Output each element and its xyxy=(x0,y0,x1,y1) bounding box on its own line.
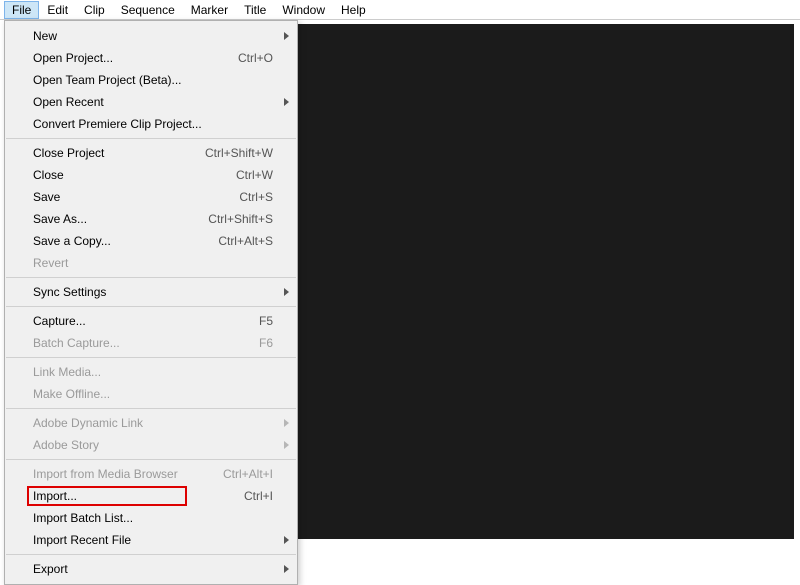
menu-item-label: Import... xyxy=(33,489,77,503)
chevron-right-icon xyxy=(284,441,289,449)
menu-item-shortcut: F6 xyxy=(259,336,273,350)
menu-item-close-project[interactable]: Close Project Ctrl+Shift+W xyxy=(5,142,297,164)
menu-item-shortcut: Ctrl+Shift+S xyxy=(208,212,273,226)
menu-separator xyxy=(6,277,296,278)
menu-item-label: Close xyxy=(33,168,64,182)
menu-item-label: Open Team Project (Beta)... xyxy=(33,73,182,87)
menu-item-label: Open Recent xyxy=(33,95,104,109)
menu-item-label: Adobe Dynamic Link xyxy=(33,416,143,430)
menubar-item-marker[interactable]: Marker xyxy=(183,1,236,19)
menu-item-adobe-story: Adobe Story xyxy=(5,434,297,456)
menubar: FileEditClipSequenceMarkerTitleWindowHel… xyxy=(0,0,800,20)
menu-item-label: Batch Capture... xyxy=(33,336,120,350)
menu-item-sync-settings[interactable]: Sync Settings xyxy=(5,281,297,303)
menu-item-shortcut: Ctrl+S xyxy=(239,190,273,204)
menu-item-close[interactable]: Close Ctrl+W xyxy=(5,164,297,186)
menubar-item-sequence[interactable]: Sequence xyxy=(113,1,183,19)
menu-item-make-offline: Make Offline... xyxy=(5,383,297,405)
menu-item-import-batch-list[interactable]: Import Batch List... xyxy=(5,507,297,529)
menu-item-label: Capture... xyxy=(33,314,86,328)
menu-separator xyxy=(6,554,296,555)
menu-separator xyxy=(6,306,296,307)
chevron-right-icon xyxy=(284,98,289,106)
menu-item-shortcut: Ctrl+I xyxy=(244,489,273,503)
menu-item-label: Link Media... xyxy=(33,365,101,379)
menu-item-shortcut: Ctrl+Shift+W xyxy=(205,146,273,160)
menubar-item-clip[interactable]: Clip xyxy=(76,1,113,19)
menubar-item-window[interactable]: Window xyxy=(274,1,333,19)
menu-item-label: Import from Media Browser xyxy=(33,467,178,481)
menu-separator xyxy=(6,408,296,409)
menu-item-export[interactable]: Export xyxy=(5,558,297,580)
menu-item-import-recent-file[interactable]: Import Recent File xyxy=(5,529,297,551)
menu-item-save[interactable]: Save Ctrl+S xyxy=(5,186,297,208)
menu-item-shortcut: F5 xyxy=(259,314,273,328)
menu-item-import-from-media-browser: Import from Media Browser Ctrl+Alt+I xyxy=(5,463,297,485)
menu-item-label: Import Batch List... xyxy=(33,511,133,525)
chevron-right-icon xyxy=(284,565,289,573)
menu-item-save-a-copy[interactable]: Save a Copy... Ctrl+Alt+S xyxy=(5,230,297,252)
menu-item-shortcut: Ctrl+O xyxy=(238,51,273,65)
menu-item-label: Make Offline... xyxy=(33,387,110,401)
menu-separator xyxy=(6,459,296,460)
menu-item-label: Save As... xyxy=(33,212,87,226)
menu-item-open-project[interactable]: Open Project... Ctrl+O xyxy=(5,47,297,69)
file-menu-dropdown: New Open Project... Ctrl+O Open Team Projec… xyxy=(4,20,298,585)
menu-item-label: Save xyxy=(33,190,60,204)
menu-separator xyxy=(6,138,296,139)
menu-item-label: Convert Premiere Clip Project... xyxy=(33,117,202,131)
menu-separator xyxy=(6,357,296,358)
menu-item-batch-capture: Batch Capture... F6 xyxy=(5,332,297,354)
chevron-right-icon xyxy=(284,32,289,40)
menubar-item-file[interactable]: File xyxy=(4,1,39,19)
menu-item-save-as[interactable]: Save As... Ctrl+Shift+S xyxy=(5,208,297,230)
menu-item-shortcut: Ctrl+Alt+S xyxy=(218,234,273,248)
menu-item-shortcut: Ctrl+W xyxy=(236,168,273,182)
menu-item-adobe-dynamic-link: Adobe Dynamic Link xyxy=(5,412,297,434)
menu-item-open-recent[interactable]: Open Recent xyxy=(5,91,297,113)
menu-item-label: Revert xyxy=(33,256,68,270)
menu-item-label: Export xyxy=(33,562,68,576)
menu-item-open-team-project-beta[interactable]: Open Team Project (Beta)... xyxy=(5,69,297,91)
menu-item-import[interactable]: Import... Ctrl+I xyxy=(5,485,297,507)
menu-item-label: Open Project... xyxy=(33,51,113,65)
menu-item-new[interactable]: New xyxy=(5,25,297,47)
menu-item-link-media: Link Media... xyxy=(5,361,297,383)
menu-item-label: Adobe Story xyxy=(33,438,99,452)
chevron-right-icon xyxy=(284,288,289,296)
chevron-right-icon xyxy=(284,419,289,427)
editor-panel xyxy=(298,24,794,539)
menu-item-label: Sync Settings xyxy=(33,285,106,299)
menu-item-label: Close Project xyxy=(33,146,104,160)
menubar-item-help[interactable]: Help xyxy=(333,1,374,19)
menubar-item-edit[interactable]: Edit xyxy=(39,1,76,19)
chevron-right-icon xyxy=(284,536,289,544)
menu-item-shortcut: Ctrl+Alt+I xyxy=(223,467,273,481)
menu-item-revert: Revert xyxy=(5,252,297,274)
menubar-item-title[interactable]: Title xyxy=(236,1,274,19)
menu-item-capture[interactable]: Capture... F5 xyxy=(5,310,297,332)
menu-item-label: Save a Copy... xyxy=(33,234,111,248)
menu-item-label: New xyxy=(33,29,57,43)
menu-item-convert-premiere-clip-project[interactable]: Convert Premiere Clip Project... xyxy=(5,113,297,135)
